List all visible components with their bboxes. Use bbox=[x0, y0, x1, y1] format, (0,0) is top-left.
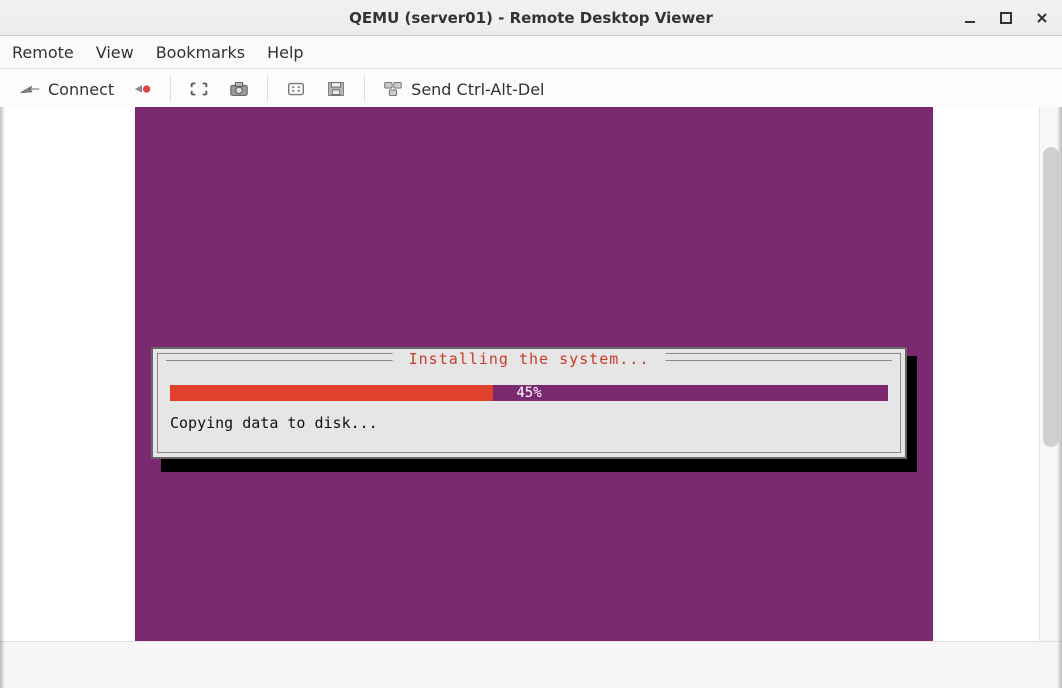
menu-bookmarks[interactable]: Bookmarks bbox=[156, 43, 245, 62]
vertical-scrollbar[interactable] bbox=[1039, 107, 1062, 642]
minimize-button[interactable] bbox=[956, 5, 984, 31]
menu-help[interactable]: Help bbox=[267, 43, 303, 62]
scrollbar-thumb[interactable] bbox=[1043, 147, 1059, 447]
connect-label: Connect bbox=[48, 80, 114, 99]
window-controls bbox=[956, 0, 1056, 35]
menu-view[interactable]: View bbox=[96, 43, 134, 62]
send-ctrl-alt-del-button[interactable]: Send Ctrl-Alt-Del bbox=[373, 70, 552, 108]
installer-status-text: Copying data to disk... bbox=[170, 414, 378, 432]
close-icon bbox=[1036, 12, 1048, 24]
maximize-button[interactable] bbox=[992, 5, 1020, 31]
keyboard-button[interactable] bbox=[316, 70, 356, 108]
keyboard-icon bbox=[381, 79, 405, 99]
camera-icon bbox=[227, 79, 251, 99]
menubar: Remote View Bookmarks Help bbox=[0, 36, 1062, 69]
toolbar: Connect Send Ctrl-Alt-Del bbox=[0, 69, 1062, 110]
status-bar bbox=[0, 641, 1062, 688]
send-cad-label: Send Ctrl-Alt-Del bbox=[411, 80, 544, 99]
installer-dialog: Installing the system... 45% Copying dat… bbox=[151, 347, 907, 459]
minimize-icon bbox=[964, 12, 976, 24]
dialog-title: Installing the system... bbox=[393, 350, 666, 368]
toolbar-separator bbox=[267, 76, 268, 102]
dialog-inner-frame: Installing the system... 45% Copying dat… bbox=[157, 353, 901, 453]
progress-percent-label: 45% bbox=[170, 385, 888, 401]
connect-button[interactable]: Connect bbox=[10, 70, 122, 108]
toolbar-separator bbox=[364, 76, 365, 102]
window-title: QEMU (server01) - Remote Desktop Viewer bbox=[349, 9, 713, 27]
progress-bar: 45% bbox=[170, 385, 888, 401]
scaling-icon bbox=[284, 79, 308, 99]
connect-icon bbox=[18, 79, 42, 99]
fullscreen-button[interactable] bbox=[179, 70, 219, 108]
screenshot-button[interactable] bbox=[219, 70, 259, 108]
scaling-button[interactable] bbox=[276, 70, 316, 108]
maximize-icon bbox=[1000, 12, 1012, 24]
floppy-icon bbox=[324, 79, 348, 99]
window-titlebar: QEMU (server01) - Remote Desktop Viewer bbox=[0, 0, 1062, 36]
toolbar-separator bbox=[170, 76, 171, 102]
disconnect-button[interactable] bbox=[122, 70, 162, 108]
close-button[interactable] bbox=[1028, 5, 1056, 31]
menu-remote[interactable]: Remote bbox=[12, 43, 74, 62]
disconnect-icon bbox=[130, 79, 154, 99]
fullscreen-icon bbox=[187, 79, 211, 99]
edge-shadow bbox=[0, 107, 5, 688]
viewport: Installing the system... 45% Copying dat… bbox=[0, 107, 1062, 688]
remote-screen[interactable]: Installing the system... 45% Copying dat… bbox=[135, 107, 933, 642]
